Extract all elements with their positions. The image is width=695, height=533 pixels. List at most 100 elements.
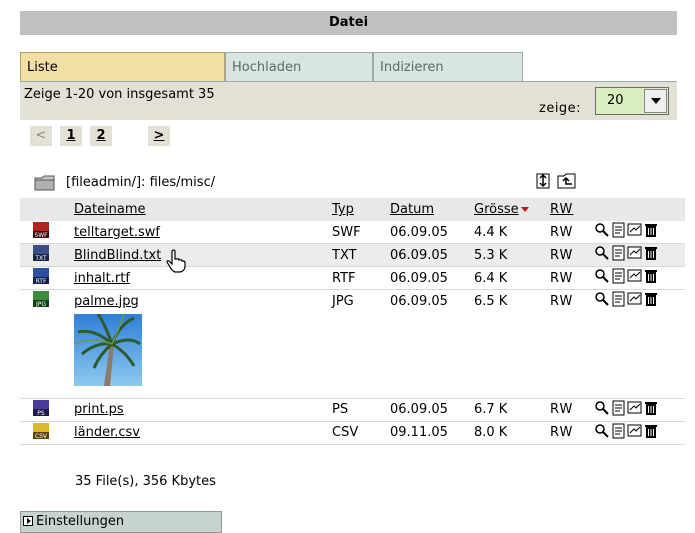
magnifier-icon[interactable]	[594, 291, 611, 311]
edit-file-icon[interactable]	[611, 291, 627, 311]
svg-text:TXT: TXT	[34, 255, 47, 262]
folder-up-icon[interactable]	[557, 172, 577, 194]
column-header-groesse[interactable]: Grösse	[474, 202, 519, 217]
svg-text:PS: PS	[37, 410, 45, 417]
table-header-row: Dateiname Typ Datum Grösse RW	[20, 198, 685, 221]
prev-page-button[interactable]: <	[30, 126, 52, 146]
jpg-file-icon: JPG	[32, 290, 50, 312]
clipboard-icon[interactable]	[535, 172, 553, 194]
row-actions	[594, 290, 685, 313]
file-type: CSV	[332, 421, 390, 445]
magnifier-icon[interactable]	[594, 268, 611, 288]
column-header-typ[interactable]: Typ	[332, 202, 354, 217]
magnifier-icon[interactable]	[594, 222, 611, 242]
expand-arrow-icon	[23, 516, 33, 526]
file-link[interactable]: palme.jpg	[74, 294, 139, 309]
hand-cursor-icon	[166, 249, 186, 277]
module-title: Datei	[328, 15, 369, 30]
folder-tools	[535, 172, 577, 194]
file-summary: 35 File(s), 356 Kbytes	[75, 474, 216, 489]
rename-icon[interactable]	[627, 245, 644, 265]
file-date: 06.09.05	[390, 398, 474, 422]
page-1-link[interactable]: 1	[60, 126, 82, 146]
file-link[interactable]: print.ps	[74, 402, 124, 417]
file-size: 5.3 K	[474, 243, 550, 267]
trash-icon[interactable]	[644, 222, 658, 242]
trash-icon[interactable]	[644, 291, 658, 311]
file-link[interactable]: telltarget.swf	[74, 225, 160, 240]
rename-icon[interactable]	[627, 423, 644, 443]
file-permissions: RW	[550, 398, 594, 422]
file-link[interactable]: inhalt.rtf	[74, 271, 130, 286]
row-actions	[594, 266, 685, 290]
file-permissions: RW	[550, 243, 594, 267]
table-row[interactable]: SWF telltarget.swf SWF 06.09.05 4.4 K RW	[20, 221, 685, 244]
file-size: 6.4 K	[474, 266, 550, 290]
result-status-bar: Zeige 1-20 von insgesamt 35 zeige: 20	[20, 82, 677, 120]
ps-file-icon: PS	[32, 399, 50, 421]
file-link[interactable]: länder.csv	[74, 425, 140, 440]
row-actions	[594, 221, 685, 244]
trash-icon[interactable]	[644, 400, 658, 420]
tab-hochladen[interactable]: Hochladen	[225, 52, 373, 82]
column-header-dateiname[interactable]: Dateiname	[74, 202, 146, 217]
rename-icon[interactable]	[627, 222, 644, 242]
tab-liste[interactable]: Liste	[20, 52, 225, 82]
file-permissions: RW	[550, 221, 594, 244]
edit-file-icon[interactable]	[611, 222, 627, 242]
table-row[interactable]: TXT BlindBlind.txt TXT 06.09.05 5.3 K RW	[20, 243, 685, 267]
file-date: 06.09.05	[390, 243, 474, 267]
svg-text:SWF: SWF	[34, 232, 48, 239]
result-count: Zeige 1-20 von insgesamt 35	[24, 87, 215, 102]
items-per-page-select[interactable]: 20	[595, 87, 669, 115]
edit-file-icon[interactable]	[611, 245, 627, 265]
file-date: 09.11.05	[390, 421, 474, 445]
magnifier-icon[interactable]	[594, 423, 611, 443]
file-type: TXT	[332, 243, 390, 267]
rename-icon[interactable]	[627, 291, 644, 311]
svg-text:CSV: CSV	[35, 433, 48, 440]
file-date: 06.09.05	[390, 293, 448, 309]
path-text: [fileadmin/]: files/misc/	[66, 175, 216, 190]
page-2-link[interactable]: 2	[90, 126, 112, 146]
file-size: 8.0 K	[474, 421, 550, 445]
magnifier-icon[interactable]	[594, 400, 611, 420]
column-header-datum[interactable]: Datum	[390, 202, 434, 217]
next-page-button[interactable]: >	[148, 126, 170, 146]
column-header-rw[interactable]: RW	[550, 202, 573, 217]
items-per-page-value: 20	[607, 93, 624, 108]
table-row[interactable]: JPG palme.jpg JPG 06.09.05 6.5 K RW	[20, 290, 685, 313]
svg-text:RTF: RTF	[36, 278, 47, 285]
edit-file-icon[interactable]	[611, 268, 627, 288]
file-type: PS	[332, 398, 390, 422]
swf-file-icon: SWF	[32, 221, 50, 243]
row-actions	[594, 243, 685, 267]
edit-file-icon[interactable]	[611, 423, 627, 443]
image-preview-row	[20, 312, 685, 399]
settings-toggle[interactable]: Einstellungen	[20, 511, 222, 533]
trash-icon[interactable]	[644, 268, 658, 288]
rename-icon[interactable]	[627, 268, 644, 288]
file-type: SWF	[332, 221, 390, 244]
table-row[interactable]: RTF inhalt.rtf RTF 06.09.05 6.4 K RW	[20, 266, 685, 290]
trash-icon[interactable]	[644, 423, 658, 443]
txt-file-icon: TXT	[32, 244, 50, 266]
magnifier-icon[interactable]	[594, 245, 611, 265]
file-permissions: RW	[550, 421, 594, 445]
edit-file-icon[interactable]	[611, 400, 627, 420]
settings-label: Einstellungen	[36, 514, 125, 529]
row-actions	[594, 398, 685, 422]
table-row[interactable]: PS print.ps PS 06.09.05 6.7 K RW	[20, 398, 685, 422]
file-size: 6.7 K	[474, 398, 550, 422]
file-date: 06.09.05	[390, 221, 474, 244]
rename-icon[interactable]	[627, 400, 644, 420]
tab-indizieren[interactable]: Indizieren	[373, 52, 523, 82]
show-label: zeige:	[539, 101, 582, 116]
file-link[interactable]: BlindBlind.txt	[74, 248, 161, 263]
trash-icon[interactable]	[644, 245, 658, 265]
file-permissions: RW	[550, 266, 594, 290]
file-type: RTF	[332, 266, 390, 290]
table-row[interactable]: CSV länder.csv CSV 09.11.05 8.0 K RW	[20, 421, 685, 445]
chevron-down-icon[interactable]	[644, 89, 667, 113]
palm-tree-thumbnail[interactable]	[73, 313, 685, 390]
